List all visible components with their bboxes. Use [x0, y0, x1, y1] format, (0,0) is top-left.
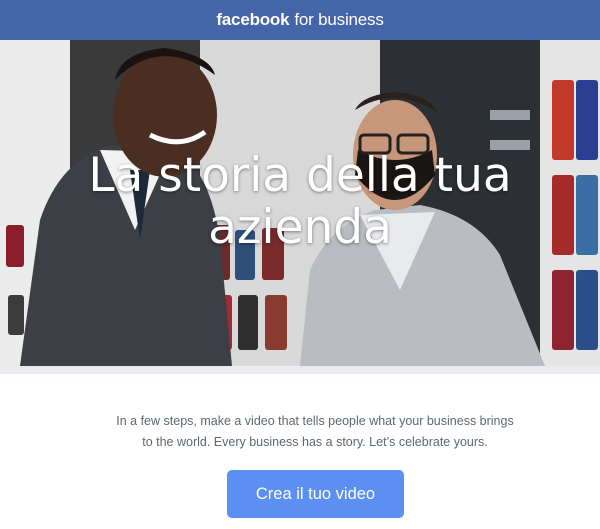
description-text: In a few steps, make a video that tells …: [116, 414, 514, 449]
app-header: facebook for business: [0, 0, 600, 40]
hero-title-line-2: azienda: [208, 200, 392, 255]
hero-image: La storia della tua azienda: [0, 40, 600, 366]
hero-title: La storia della tua azienda: [0, 150, 600, 254]
brand-primary: facebook: [216, 10, 290, 29]
section-divider: [0, 366, 600, 374]
hero-title-line-1: La storia della tua: [88, 148, 512, 203]
create-video-button[interactable]: Crea il tuo video: [227, 470, 404, 518]
brand-suffix: for business: [294, 10, 384, 29]
facebook-for-business-logo[interactable]: facebook for business: [216, 10, 384, 30]
